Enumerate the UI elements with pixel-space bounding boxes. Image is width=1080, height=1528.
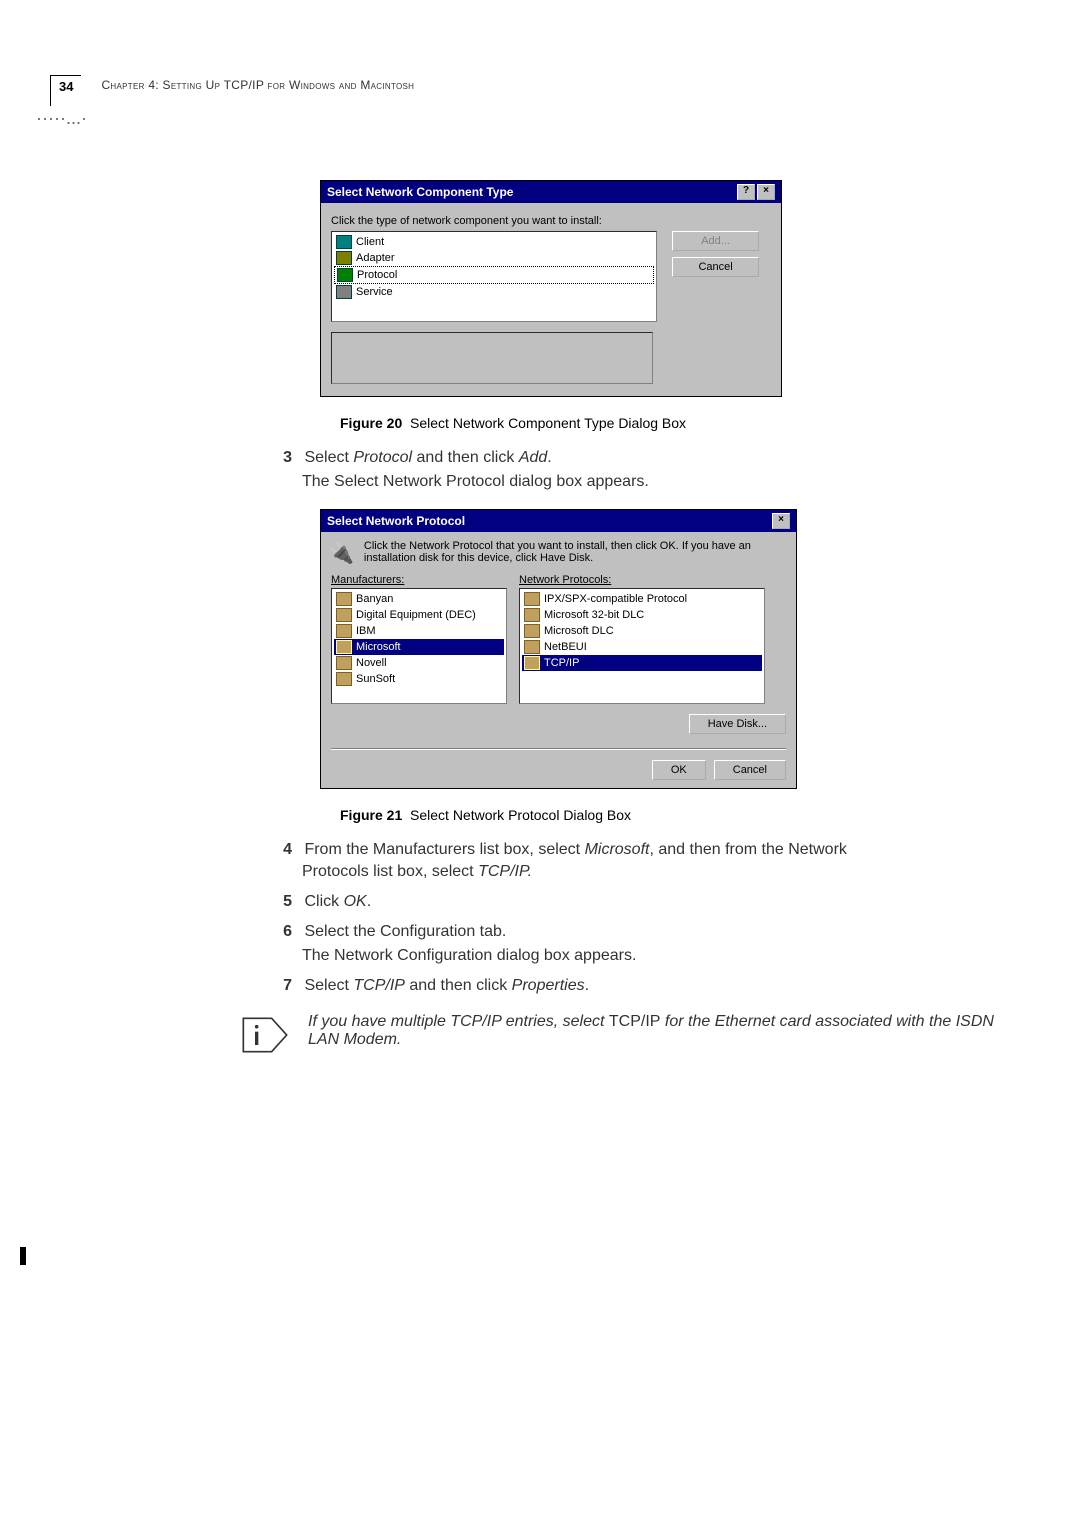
mfr-icon bbox=[336, 672, 352, 686]
adapter-icon bbox=[336, 251, 352, 265]
client-icon bbox=[336, 235, 352, 249]
proto-icon bbox=[524, 592, 540, 606]
mfr-icon bbox=[336, 608, 352, 622]
step-number: 5 bbox=[274, 893, 292, 911]
protocols-label: Network Protocols: bbox=[519, 574, 765, 586]
figure-caption: Figure 21 Select Network Protocol Dialog… bbox=[340, 807, 1020, 823]
list-item[interactable]: IBM bbox=[334, 623, 504, 639]
list-item-label: Adapter bbox=[356, 252, 395, 264]
cancel-button[interactable]: Cancel bbox=[672, 257, 759, 277]
step-3-result: The Select Network Protocol dialog box a… bbox=[302, 473, 1020, 491]
step-5: 5 Click OK. bbox=[274, 893, 1020, 911]
list-item[interactable]: Digital Equipment (DEC) bbox=[334, 607, 504, 623]
list-item-service[interactable]: Service bbox=[334, 284, 654, 300]
step-4: 4 From the Manufacturers list box, selec… bbox=[274, 841, 1020, 859]
proto-icon bbox=[524, 624, 540, 638]
list-item[interactable]: Microsoft 32-bit DLC bbox=[522, 607, 762, 623]
list-item[interactable]: TCP/IP bbox=[522, 655, 762, 671]
dialog-title-bar: Select Network Protocol × bbox=[321, 510, 796, 532]
figure-label: Figure 21 bbox=[340, 807, 402, 823]
dialog-title-bar: Select Network Component Type ? × bbox=[321, 181, 781, 203]
close-icon[interactable]: × bbox=[772, 513, 790, 529]
list-item[interactable]: Novell bbox=[334, 655, 504, 671]
close-icon[interactable]: × bbox=[757, 184, 775, 200]
mfr-icon bbox=[336, 640, 352, 654]
proto-icon bbox=[524, 640, 540, 654]
step-number: 6 bbox=[274, 923, 292, 941]
dialog-title: Select Network Protocol bbox=[327, 514, 465, 528]
list-item[interactable]: IPX/SPX-compatible Protocol bbox=[522, 591, 762, 607]
step-number: 3 bbox=[274, 449, 292, 467]
list-item[interactable]: Microsoft bbox=[334, 639, 504, 655]
decorative-dots: ·····...· bbox=[36, 108, 87, 129]
service-icon bbox=[336, 285, 352, 299]
dialog-instruction: Click the type of network component you … bbox=[331, 215, 771, 227]
mfr-icon bbox=[336, 624, 352, 638]
list-item[interactable]: SunSoft bbox=[334, 671, 504, 687]
proto-icon bbox=[524, 656, 540, 670]
list-item-label: Service bbox=[356, 286, 393, 298]
step-number: 4 bbox=[274, 841, 292, 859]
note: If you have multiple TCP/IP entries, sel… bbox=[120, 1013, 1020, 1057]
list-item-adapter[interactable]: Adapter bbox=[334, 250, 654, 266]
component-list[interactable]: Client Adapter Protocol Service bbox=[331, 231, 657, 322]
cable-icon: 🔌 bbox=[329, 540, 354, 566]
protocols-list[interactable]: IPX/SPX-compatible Protocol Microsoft 32… bbox=[519, 588, 765, 704]
proto-icon bbox=[524, 608, 540, 622]
figure-text: Select Network Component Type Dialog Box bbox=[410, 415, 686, 431]
manufacturers-list[interactable]: Banyan Digital Equipment (DEC) IBM Micro… bbox=[331, 588, 507, 704]
dialog-title: Select Network Component Type bbox=[327, 185, 513, 199]
step-6-result: The Network Configuration dialog box app… bbox=[302, 947, 1020, 965]
figure-text: Select Network Protocol Dialog Box bbox=[410, 807, 631, 823]
add-button[interactable]: Add... bbox=[672, 231, 759, 251]
manufacturers-label: Manufacturers: bbox=[331, 574, 507, 586]
list-item[interactable]: NetBEUI bbox=[522, 639, 762, 655]
ok-button[interactable]: OK bbox=[652, 760, 706, 780]
select-component-dialog: Select Network Component Type ? × Click … bbox=[320, 180, 782, 397]
select-protocol-dialog: Select Network Protocol × 🔌 Click the Ne… bbox=[320, 509, 797, 789]
list-item-label: Protocol bbox=[357, 269, 397, 281]
mfr-icon bbox=[336, 656, 352, 670]
figure-caption: Figure 20 Select Network Component Type … bbox=[340, 415, 1020, 431]
list-item[interactable]: Banyan bbox=[334, 591, 504, 607]
description-box bbox=[331, 332, 653, 384]
mfr-icon bbox=[336, 592, 352, 606]
change-bar bbox=[20, 1247, 26, 1265]
page-header: 34 Chapter 4: Setting Up TCP/IP for Wind… bbox=[50, 75, 414, 106]
list-item-label: Client bbox=[356, 236, 384, 248]
step-6: 6 Select the Configuration tab. bbox=[274, 923, 1020, 941]
step-number: 7 bbox=[274, 977, 292, 995]
cancel-button[interactable]: Cancel bbox=[714, 760, 786, 780]
list-item-protocol[interactable]: Protocol bbox=[334, 266, 654, 284]
step-7: 7 Select TCP/IP and then click Propertie… bbox=[274, 977, 1020, 995]
note-text: If you have multiple TCP/IP entries, sel… bbox=[308, 1013, 1020, 1049]
protocol-icon bbox=[337, 268, 353, 282]
have-disk-button[interactable]: Have Disk... bbox=[689, 714, 786, 734]
separator bbox=[331, 748, 786, 750]
page-number: 34 bbox=[50, 75, 81, 106]
chapter-title: Chapter 4: Setting Up TCP/IP for Windows… bbox=[101, 75, 414, 92]
help-icon[interactable]: ? bbox=[737, 184, 755, 200]
dialog-description: 🔌 Click the Network Protocol that you wa… bbox=[321, 532, 796, 574]
info-icon bbox=[240, 1013, 290, 1057]
step-4-cont: Protocols list box, select TCP/IP. bbox=[302, 863, 1020, 881]
step-3: 3 Select Protocol and then click Add. bbox=[274, 449, 1020, 467]
list-item-client[interactable]: Client bbox=[334, 234, 654, 250]
figure-label: Figure 20 bbox=[340, 415, 402, 431]
list-item[interactable]: Microsoft DLC bbox=[522, 623, 762, 639]
